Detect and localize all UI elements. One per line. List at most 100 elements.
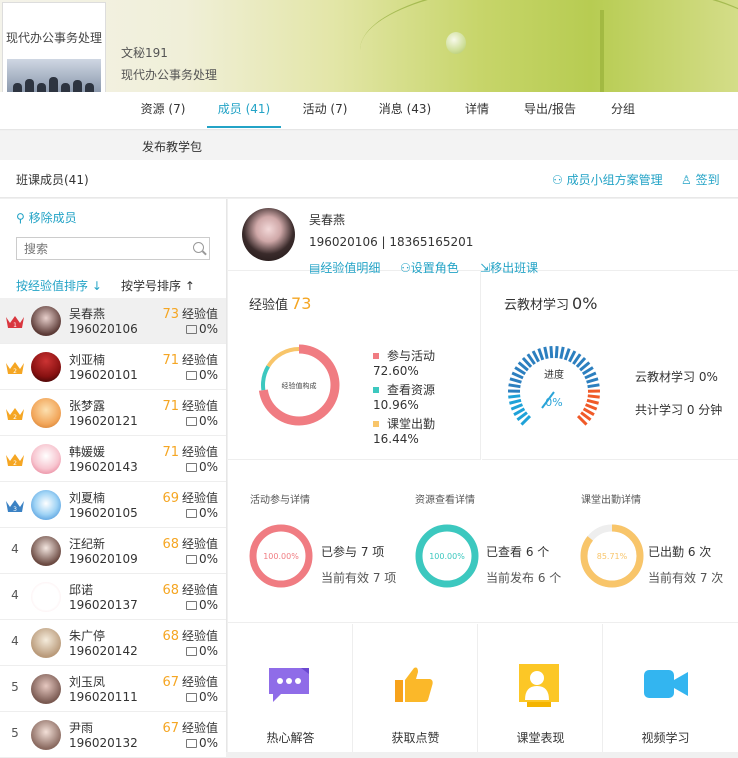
profile-header: 吴春燕 196020106 | 18365165201 ▤经验值明细 ⚇设置角色… <box>228 199 738 271</box>
member-rank: 5 <box>5 726 25 744</box>
member-id: 196020111 <box>69 690 138 704</box>
member-row[interactable]: 5尹雨19602013267经验值0% <box>0 712 226 758</box>
book-icon <box>186 509 197 518</box>
resource-ring-text: 100.00% <box>429 552 465 561</box>
member-name: 邱诺 <box>69 581 93 598</box>
svg-text:2: 2 <box>13 414 17 421</box>
member-name: 张梦露 <box>69 397 105 414</box>
badge-class-performance[interactable]: 课堂表现 <box>478 624 603 752</box>
gauge-tick <box>565 349 569 360</box>
crown-icon: 3 <box>5 499 25 513</box>
member-xp-suffix: 经验值 <box>182 491 218 505</box>
group-plan-label: 成员小组方案管理 <box>567 173 663 187</box>
class-name: 文秘191 <box>121 42 217 64</box>
legend-swatch-attendance <box>373 421 379 427</box>
avatar <box>31 582 61 612</box>
badge-helpful-answer[interactable]: 热心解答 <box>228 624 353 752</box>
legend-attendance-pct: 16.44% <box>373 432 419 446</box>
remove-user-icon: ⚲ <box>16 211 29 225</box>
legend-activity-pct: 72.60% <box>373 364 419 378</box>
member-row[interactable]: 4汪纪新19602010968经验值0% <box>0 528 226 574</box>
member-id: 196020105 <box>69 506 138 520</box>
tab-export-report[interactable]: 导出/报告 <box>512 92 588 128</box>
member-row[interactable]: 3刘夏楠19602010569经验值0% <box>0 482 226 528</box>
cloud-title-value: 0% <box>572 294 597 313</box>
member-textbook-progress: 0% <box>186 690 218 704</box>
sort-by-id-button[interactable]: 按学号排序 ↑ <box>121 277 195 294</box>
member-row[interactable]: 4邱诺19602013768经验值0% <box>0 574 226 620</box>
publish-package-button[interactable]: 发布教学包 <box>142 138 202 155</box>
member-row[interactable]: 2韩媛媛19602014371经验值0% <box>0 436 226 482</box>
member-xp-suffix: 经验值 <box>182 399 218 413</box>
members-count-title: 班课成员(41) <box>16 171 89 188</box>
legend-activity-label: 参与活动 <box>387 349 435 363</box>
member-row[interactable]: 1吴春燕19602010673经验值0% <box>0 298 226 344</box>
member-pct: 0% <box>199 644 218 658</box>
crown-icon: 2 <box>5 407 25 421</box>
member-xp-suffix: 经验值 <box>182 675 218 689</box>
crown-icon: 2 <box>5 453 25 467</box>
avatar <box>31 352 61 382</box>
tab-resources[interactable]: 资源 (7) <box>130 92 196 128</box>
activity-detail-title: 活动参与详情 <box>250 491 310 506</box>
member-name: 刘玉凤 <box>69 673 105 690</box>
book-icon <box>186 417 197 426</box>
xp-donut-chart: 经验值构成 <box>256 342 342 428</box>
tab-messages[interactable]: 消息 (43) <box>368 92 442 128</box>
badge-class-performance-label: 课堂表现 <box>478 729 603 746</box>
activity-ring-text: 100.00% <box>263 552 299 561</box>
gauge-tick <box>514 409 524 415</box>
member-row[interactable]: 2张梦露19602012171经验值0% <box>0 390 226 436</box>
donut-center-label: 经验值构成 <box>282 381 317 390</box>
member-xp-value: 67 <box>162 675 179 690</box>
gauge-tick <box>511 405 522 409</box>
badge-video-learning[interactable]: 视频学习 <box>603 624 728 752</box>
member-xp: 68经验值 <box>162 535 218 552</box>
presenter-icon <box>517 664 561 708</box>
gauge-tick <box>545 347 547 359</box>
sub-toolbar: 发布教学包 <box>0 131 738 160</box>
gauge-tick <box>533 351 538 362</box>
member-xp-value: 71 <box>162 445 179 460</box>
course-banner <box>0 0 738 92</box>
gauge-tick <box>551 346 552 358</box>
search-input[interactable] <box>17 238 177 259</box>
member-xp-suffix: 经验值 <box>182 445 218 459</box>
badge-row: 热心解答 获取点赞 课堂表现 视频学习 <box>228 624 738 752</box>
profile-name: 吴春燕 <box>309 211 345 228</box>
member-pct: 0% <box>199 460 218 474</box>
sort-by-xp-button[interactable]: 按经验值排序 ↓ <box>16 277 102 294</box>
attendance-valid: 当前有效 7 次 <box>648 569 723 586</box>
video-camera-icon <box>642 664 690 704</box>
member-rank: 4 <box>5 588 25 606</box>
member-xp: 68经验值 <box>162 581 218 598</box>
member-xp-value: 73 <box>162 307 179 322</box>
attendance-detail-title: 课堂出勤详情 <box>581 491 641 506</box>
member-row[interactable]: 4朱广停19602014268经验值0% <box>0 620 226 666</box>
legend-resource: 查看资源 10.96% <box>373 381 480 412</box>
gauge-tick <box>539 349 543 360</box>
avatar <box>31 628 61 658</box>
member-textbook-progress: 0% <box>186 552 218 566</box>
checkin-link[interactable]: ♙ 签到 <box>681 171 720 188</box>
member-name: 吴春燕 <box>69 305 105 322</box>
search-icon[interactable] <box>193 242 204 253</box>
member-textbook-progress: 0% <box>186 644 218 658</box>
legend-resource-pct: 10.96% <box>373 398 419 412</box>
group-plan-link[interactable]: ⚇ 成员小组方案管理 <box>552 171 663 188</box>
member-row[interactable]: 2刘亚楠19602010171经验值0% <box>0 344 226 390</box>
cloud-title: 云教材学习0% <box>504 294 597 313</box>
tab-activities[interactable]: 活动 (7) <box>292 92 358 128</box>
member-pct: 0% <box>199 414 218 428</box>
gauge-tick <box>588 385 600 387</box>
remove-member-button[interactable]: ⚲ 移除成员 <box>16 209 77 226</box>
member-row[interactable]: 5刘玉凤19602011167经验值0% <box>0 666 226 712</box>
member-textbook-progress: 0% <box>186 368 218 382</box>
tab-members[interactable]: 成员 (41) <box>207 92 281 128</box>
tab-details[interactable]: 详情 <box>453 92 501 128</box>
badge-likes[interactable]: 获取点赞 <box>353 624 478 752</box>
member-xp-suffix: 经验值 <box>182 353 218 367</box>
tab-groups[interactable]: 分组 <box>597 92 649 128</box>
book-icon <box>186 647 197 656</box>
book-icon <box>186 555 197 564</box>
